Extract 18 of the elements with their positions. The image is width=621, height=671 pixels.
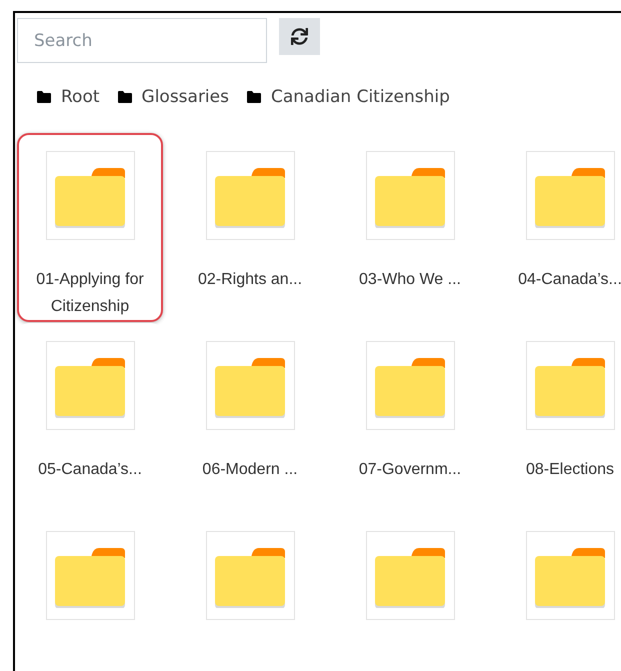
refresh-button[interactable] <box>279 18 320 55</box>
folder-name: 02-Rights an... <box>196 270 304 290</box>
folder-icon <box>246 91 261 103</box>
folder-name: 08-Elections <box>524 460 616 480</box>
breadcrumb-link[interactable]: Canadian Citizenship <box>270 87 450 107</box>
folder-name: 06-Modern ... <box>201 460 299 480</box>
folder-name: 07-Governm... <box>358 460 462 480</box>
folder-name: 01-Applying for Citizenship <box>35 270 145 317</box>
breadcrumb-link[interactable]: Glossaries <box>142 87 229 107</box>
folder-name: 05-Canada’s... <box>37 460 143 480</box>
folder-name: 03-Who We ... <box>358 270 462 290</box>
folder-icon <box>37 91 51 103</box>
folder-name: 04-Canada’s... <box>517 270 621 290</box>
breadcrumb-link[interactable]: Root <box>61 87 100 107</box>
refresh-icon <box>291 28 308 45</box>
folder-icon <box>118 91 132 103</box>
search-field[interactable]: Search <box>17 18 267 63</box>
folder-item[interactable]: 01-Applying for Citizenship <box>17 133 163 322</box>
